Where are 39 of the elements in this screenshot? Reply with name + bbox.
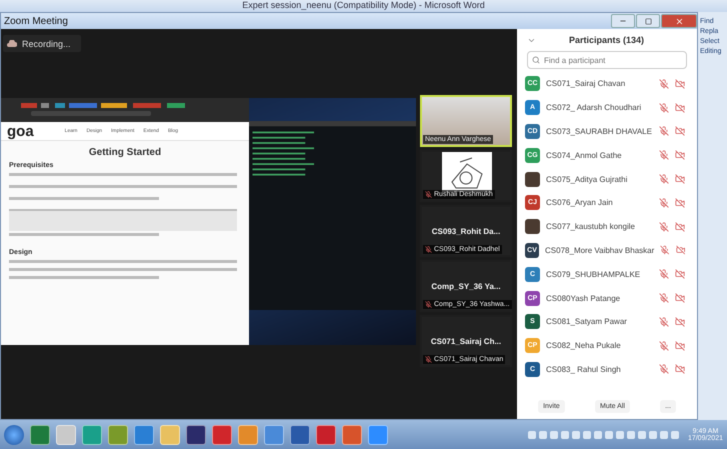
- participant-name: CS078_More Vaibhav Bhaskar: [545, 246, 654, 255]
- app-icon[interactable]: [316, 424, 336, 444]
- close-button[interactable]: [661, 14, 697, 28]
- app-icon[interactable]: [290, 424, 310, 444]
- search-icon: [532, 56, 540, 64]
- panel-title: Participants (134): [568, 35, 646, 45]
- participant-name: CS083_ Rahul Singh: [546, 364, 622, 374]
- participant-name: CS077_kaustubh kongile: [546, 222, 636, 232]
- participant-row[interactable]: CS075_Aditya Gujrathi: [517, 167, 691, 191]
- participant-name: CS073_SAURABH DHAVALE: [546, 126, 653, 136]
- participant-name: CS093_Rohit Da...: [432, 226, 500, 236]
- cloud-icon: [7, 40, 17, 47]
- participant-name: CS080Yash Patange: [546, 294, 622, 303]
- app-icon[interactable]: [186, 424, 206, 444]
- avatar-photo-placeholder: [525, 219, 540, 234]
- maximize-icon: [644, 18, 652, 24]
- participant-row[interactable]: CS077_kaustubh kongile: [517, 214, 691, 239]
- recording-label: Recording...: [22, 38, 71, 48]
- participant-name: CS076_Aryan Jain: [546, 198, 614, 208]
- participant-name: CS079_SHUBHAMPALKE: [546, 270, 642, 279]
- maximize-button[interactable]: [636, 14, 660, 28]
- participant-name: CS082_Neha Pukale: [546, 341, 622, 350]
- page-heading: Getting Started: [88, 147, 162, 158]
- participant-name: CS074_Anmol Gathe: [546, 150, 623, 160]
- participant-name: Comp_SY_36 Ya...: [431, 282, 501, 290]
- start-button[interactable]: [4, 424, 24, 444]
- window-title: Zoom Meeting: [4, 16, 68, 26]
- participant-name: CS071_Sairaj Chavan: [546, 79, 626, 88]
- participant-name: CS071_Sairaj Ch...: [430, 336, 502, 346]
- site-logo: goa: [7, 122, 34, 140]
- participant-name: CS081_Satyam Pawar: [546, 317, 628, 326]
- profile-picture-drawing: [442, 152, 492, 192]
- close-icon: [674, 16, 684, 26]
- app-icon[interactable]: [30, 424, 50, 444]
- participant-name: CS075_Aditya Gujrathi: [546, 174, 628, 184]
- search-field[interactable]: Find a participant: [527, 51, 687, 69]
- participant-name: CS072_ Adarsh Choudhari: [546, 103, 642, 112]
- window-title: Expert session_neenu (Compatibility Mode) - Microsoft Word: [242, 0, 485, 11]
- avatar-photo-placeholder: [525, 172, 540, 187]
